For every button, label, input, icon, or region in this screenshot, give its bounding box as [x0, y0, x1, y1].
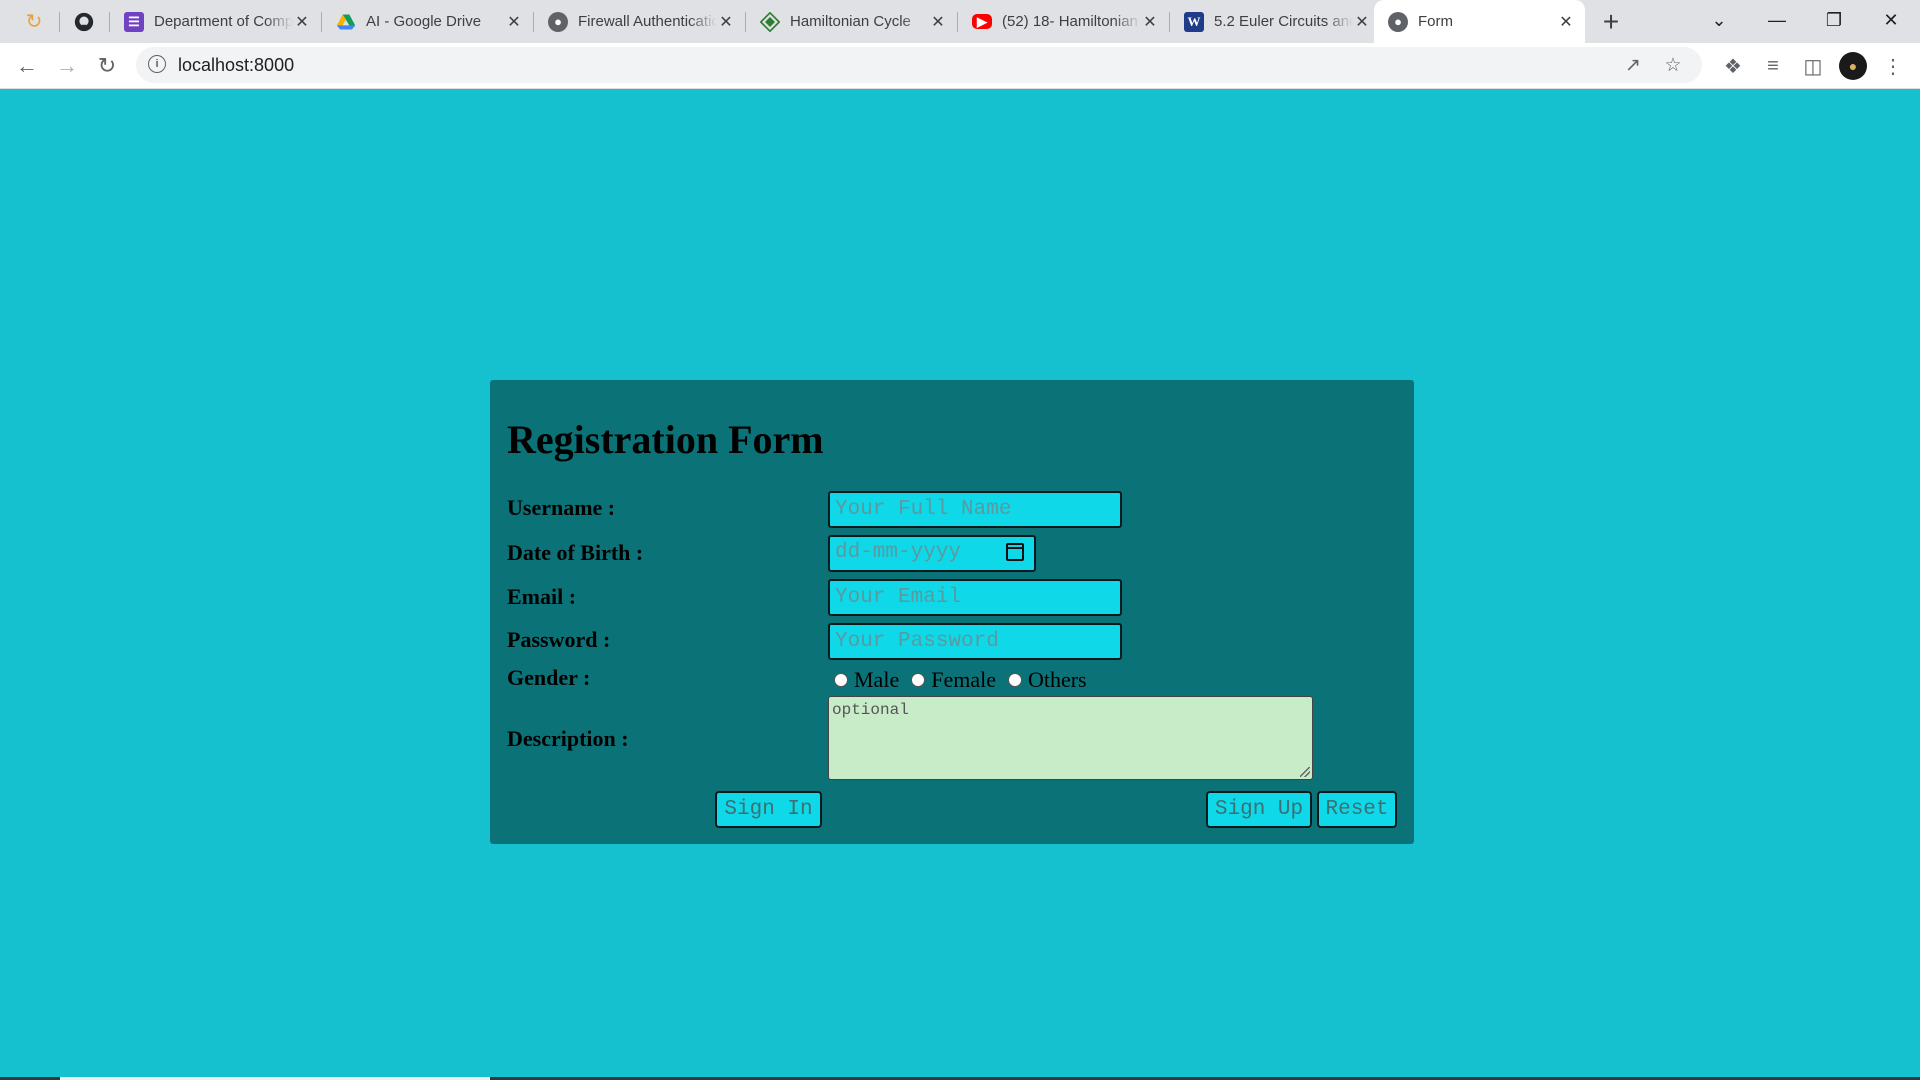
gender-radio-others[interactable]	[1007, 673, 1022, 687]
word-icon: W	[1184, 11, 1204, 32]
info-icon[interactable]: i	[148, 55, 166, 73]
email-label: Email :	[507, 584, 577, 609]
minimize-button[interactable]: —	[1749, 0, 1805, 40]
media-control-button[interactable]: ≡	[1760, 53, 1786, 79]
description-label: Description :	[507, 726, 629, 751]
gender-option-label: Female	[931, 667, 996, 692]
gender-label: Gender :	[507, 665, 591, 690]
email-input[interactable]	[828, 579, 1122, 616]
pinned-tab-github[interactable]	[60, 0, 108, 43]
close-icon[interactable]: ✕	[1141, 12, 1159, 32]
dob-input[interactable]: dd-mm-yyyy	[828, 535, 1036, 572]
close-icon[interactable]: ✕	[717, 12, 735, 32]
restore-icon: ❐	[1825, 9, 1843, 30]
page-viewport: Registration Form Username : Date of Bir…	[0, 89, 1920, 1080]
pinned-tab-web-store[interactable]: ↻	[10, 0, 58, 43]
menu-button[interactable]: ⋮	[1880, 53, 1906, 79]
avatar[interactable]: ●	[1839, 52, 1867, 80]
arrow-left-icon: ←	[16, 53, 38, 78]
tab-title: AI - Google Drive	[366, 13, 482, 30]
tab-euler-circuits[interactable]: W 5.2 Euler Circuits and ✕	[1170, 0, 1381, 43]
minimize-icon: —	[1768, 9, 1786, 30]
diamond-logo-icon	[760, 11, 780, 32]
close-window-button[interactable]: ✕	[1863, 0, 1919, 40]
chevron-down-icon: ⌄	[1711, 9, 1727, 30]
dob-label: Date of Birth :	[507, 540, 644, 565]
forward-button[interactable]: →	[50, 49, 84, 83]
tab-title: Firewall Authentication	[578, 13, 717, 30]
side-panel-icon: ◫	[1803, 55, 1823, 78]
gender-radio-female[interactable]	[911, 673, 926, 687]
tab-title: Hamiltonian Cycle	[790, 13, 911, 30]
close-icon[interactable]: ✕	[505, 12, 523, 32]
password-input[interactable]	[828, 623, 1122, 660]
side-panel-button[interactable]: ◫	[1800, 53, 1826, 79]
tab-strip: ↻ ☰ Department of Computer ✕ AI - Google…	[0, 0, 1920, 43]
tab-form[interactable]: ● Form ✕	[1374, 0, 1585, 43]
sign-up-button[interactable]: Sign Up	[1206, 791, 1312, 828]
description-textarea[interactable]: optional	[828, 696, 1313, 780]
github-icon	[74, 12, 94, 31]
close-icon: ✕	[1883, 9, 1899, 30]
reload-button[interactable]: ↻	[90, 49, 124, 83]
close-icon[interactable]: ✕	[1353, 12, 1371, 32]
back-button[interactable]: ←	[10, 49, 44, 83]
tab-title: (52) 18- Hamiltonian	[1002, 13, 1138, 30]
gender-radio-male[interactable]	[834, 673, 848, 687]
gender-option-label: Others	[1027, 667, 1087, 692]
resize-handle-icon[interactable]	[1300, 767, 1310, 777]
share-icon[interactable]: ↗	[1621, 53, 1645, 77]
tab-search-button[interactable]: ⌄	[1691, 0, 1747, 40]
browser-toolbar: ← → ↻ i localhost:8000 ↗ ☆ ❖ ≡ ◫ ● ⋮	[0, 43, 1920, 89]
password-label: Password :	[507, 627, 611, 652]
url-text[interactable]: localhost:8000	[178, 55, 294, 76]
more-vertical-icon: ⋮	[1883, 55, 1903, 78]
reset-button[interactable]: Reset	[1317, 791, 1397, 828]
close-icon[interactable]: ✕	[929, 12, 947, 32]
description-placeholder: optional	[832, 701, 909, 719]
playlist-icon: ≡	[1767, 54, 1779, 77]
document-list-icon: ☰	[124, 11, 144, 32]
close-icon[interactable]: ✕	[1557, 12, 1575, 32]
address-bar[interactable]: i localhost:8000 ↗ ☆	[136, 47, 1702, 83]
arrow-right-icon: →	[56, 53, 78, 78]
globe-icon: ●	[548, 11, 568, 32]
form-title: Registration Form	[507, 417, 824, 462]
tab-title: 5.2 Euler Circuits and	[1214, 13, 1353, 30]
tab-google-drive[interactable]: AI - Google Drive ✕	[322, 0, 533, 43]
tab-department[interactable]: ☰ Department of Computer ✕	[110, 0, 321, 43]
tab-firewall[interactable]: ● Firewall Authentication ✕	[534, 0, 745, 43]
youtube-icon: ▶	[972, 14, 992, 29]
star-icon[interactable]: ☆	[1661, 53, 1685, 77]
chrome-web-store-icon: ↻	[25, 11, 43, 33]
new-tab-button[interactable]: +	[1596, 0, 1626, 43]
reload-icon: ↻	[97, 53, 117, 78]
tab-title: Form	[1418, 13, 1453, 30]
registration-form-card: Registration Form Username : Date of Bir…	[490, 380, 1414, 844]
sign-in-button[interactable]: Sign In	[715, 791, 822, 828]
tab-title: Department of Computer	[154, 13, 293, 30]
tab-youtube[interactable]: ▶ (52) 18- Hamiltonian ✕	[958, 0, 1169, 43]
dob-placeholder: dd-mm-yyyy	[835, 541, 962, 564]
tab-hamiltonian-cycle[interactable]: Hamiltonian Cycle ✕	[746, 0, 957, 43]
google-drive-icon	[336, 14, 356, 29]
username-input[interactable]	[828, 491, 1122, 528]
restore-button[interactable]: ❐	[1806, 0, 1862, 40]
puzzle-icon: ❖	[1724, 55, 1742, 78]
globe-icon: ●	[1388, 11, 1408, 32]
extensions-button[interactable]: ❖	[1720, 53, 1746, 79]
close-icon[interactable]: ✕	[293, 12, 311, 32]
username-label: Username :	[507, 495, 616, 520]
calendar-icon[interactable]	[1006, 543, 1024, 561]
gender-option-label: Male	[854, 667, 900, 692]
gender-radio-group: Male Female Others	[828, 666, 1091, 694]
